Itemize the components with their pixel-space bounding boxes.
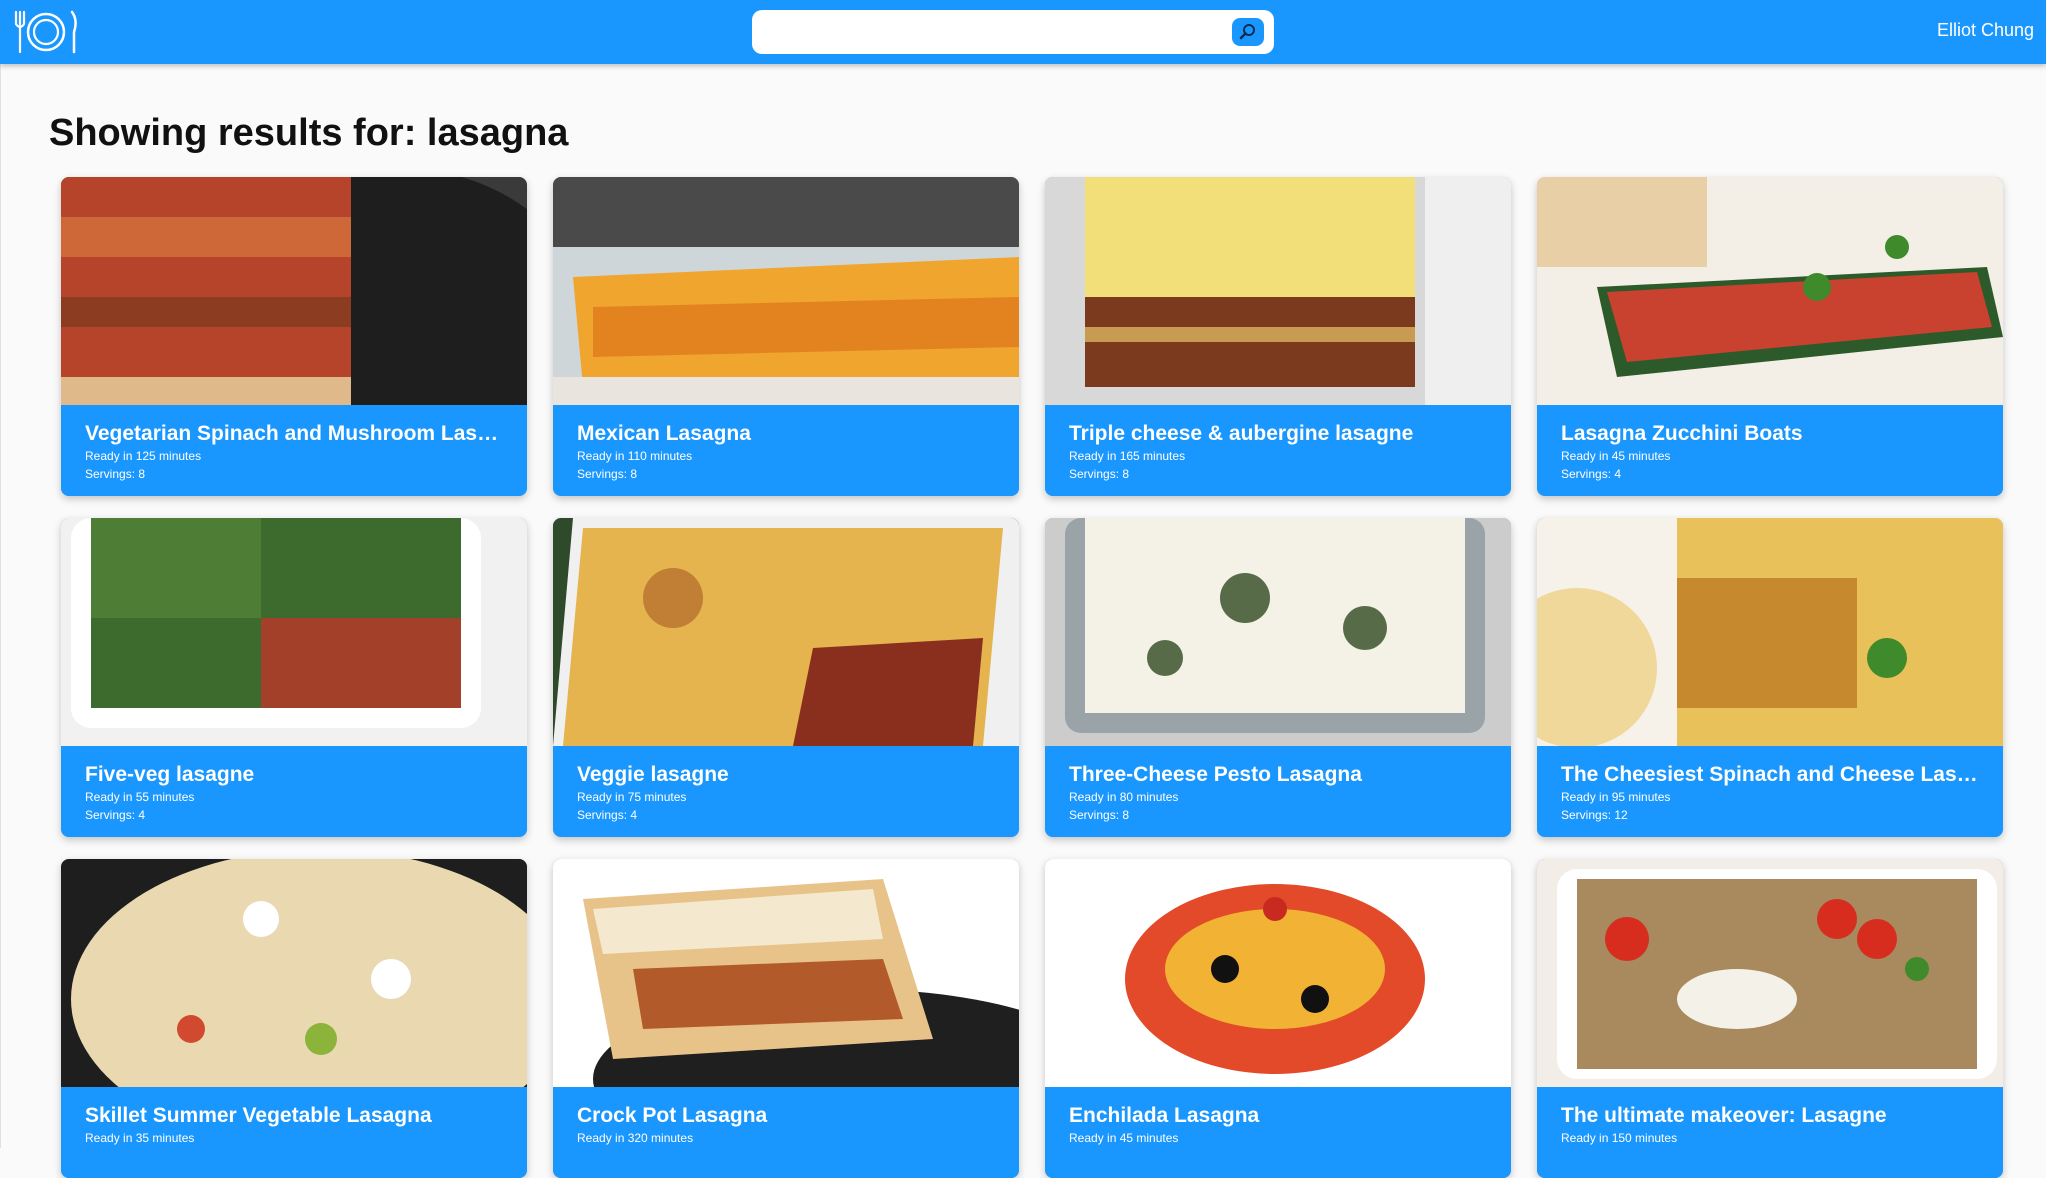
recipe-title[interactable]: The Cheesiest Spinach and Cheese Lasagna bbox=[1561, 762, 1979, 788]
recipe-image[interactable] bbox=[1045, 518, 1511, 746]
recipe-title[interactable]: Crock Pot Lasagna bbox=[577, 1103, 995, 1129]
ready-time: Ready in 165 minutes bbox=[1069, 449, 1186, 463]
servings: Servings: 8 bbox=[1069, 467, 1130, 481]
recipe-card[interactable]: Lasagna Zucchini Boats Ready in 45 minut… bbox=[1537, 177, 2003, 496]
servings: Servings: 4 bbox=[1561, 467, 1622, 481]
servings: Servings: 8 bbox=[85, 467, 146, 481]
recipe-info: Skillet Summer Vegetable Lasagna Ready i… bbox=[61, 1087, 527, 1178]
recipe-info: Five-veg lasagne Ready in 55 minutes Ser… bbox=[61, 746, 527, 837]
ready-time: Ready in 95 minutes bbox=[1561, 790, 1671, 804]
recipe-card[interactable]: Veggie lasagne Ready in 75 minutes Servi… bbox=[553, 518, 1019, 837]
recipe-image[interactable] bbox=[1537, 518, 2003, 746]
search-button[interactable] bbox=[1232, 18, 1264, 46]
recipe-card[interactable]: The ultimate makeover: Lasagne Ready in … bbox=[1537, 859, 2003, 1178]
ready-time: Ready in 320 minutes bbox=[577, 1131, 694, 1145]
recipe-info: Three-Cheese Pesto Lasagna Ready in 80 m… bbox=[1045, 746, 1511, 837]
servings: Servings: 4 bbox=[85, 808, 146, 822]
recipe-image[interactable] bbox=[61, 518, 527, 746]
recipe-image[interactable] bbox=[61, 859, 527, 1087]
ready-time: Ready in 55 minutes bbox=[85, 790, 195, 804]
ready-time: Ready in 35 minutes bbox=[85, 1131, 195, 1145]
recipe-card[interactable]: Triple cheese & aubergine lasagne Ready … bbox=[1045, 177, 1511, 496]
recipe-card[interactable]: Enchilada Lasagna Ready in 45 minutes bbox=[1045, 859, 1511, 1178]
recipe-title[interactable]: The ultimate makeover: Lasagne bbox=[1561, 1103, 1979, 1129]
recipe-card[interactable]: Mexican Lasagna Ready in 110 minutes Ser… bbox=[553, 177, 1019, 496]
servings: Servings: 8 bbox=[1069, 808, 1130, 822]
recipe-image[interactable] bbox=[553, 177, 1019, 405]
recipe-title[interactable]: Skillet Summer Vegetable Lasagna bbox=[85, 1103, 503, 1129]
recipe-image[interactable] bbox=[61, 177, 527, 405]
user-name[interactable]: Elliot Chung bbox=[1937, 20, 2034, 41]
top-navbar: Elliot Chung bbox=[0, 0, 2046, 64]
recipe-info: Enchilada Lasagna Ready in 45 minutes bbox=[1045, 1087, 1511, 1178]
recipe-title[interactable]: Triple cheese & aubergine lasagne bbox=[1069, 421, 1487, 447]
recipe-info: Mexican Lasagna Ready in 110 minutes Ser… bbox=[553, 405, 1019, 496]
ready-time: Ready in 150 minutes bbox=[1561, 1131, 1678, 1145]
ready-time: Ready in 45 minutes bbox=[1561, 449, 1671, 463]
recipe-info: Vegetarian Spinach and Mushroom Lasagna … bbox=[61, 405, 527, 496]
recipe-image[interactable] bbox=[553, 518, 1019, 746]
recipe-info: The Cheesiest Spinach and Cheese Lasagna… bbox=[1537, 746, 2003, 837]
ready-time: Ready in 110 minutes bbox=[577, 449, 693, 463]
recipe-image[interactable] bbox=[1537, 859, 2003, 1087]
ready-time: Ready in 80 minutes bbox=[1069, 790, 1179, 804]
recipe-info: Triple cheese & aubergine lasagne Ready … bbox=[1045, 405, 1511, 496]
recipe-card[interactable]: Five-veg lasagne Ready in 55 minutes Ser… bbox=[61, 518, 527, 837]
ready-time: Ready in 125 minutes bbox=[85, 449, 202, 463]
servings: Servings: 12 bbox=[1561, 808, 1628, 822]
recipe-info: Crock Pot Lasagna Ready in 320 minutes bbox=[553, 1087, 1019, 1178]
recipe-image[interactable] bbox=[1537, 177, 2003, 405]
recipe-image[interactable] bbox=[1045, 859, 1511, 1087]
search-bar bbox=[752, 10, 1274, 54]
search-icon bbox=[1239, 24, 1255, 40]
recipe-title[interactable]: Veggie lasagne bbox=[577, 762, 995, 788]
ready-time: Ready in 75 minutes bbox=[577, 790, 687, 804]
servings: Servings: 4 bbox=[577, 808, 638, 822]
recipe-title[interactable]: Three-Cheese Pesto Lasagna bbox=[1069, 762, 1487, 788]
recipe-title[interactable]: Enchilada Lasagna bbox=[1069, 1103, 1487, 1129]
ready-time: Ready in 45 minutes bbox=[1069, 1131, 1179, 1145]
recipe-image[interactable] bbox=[1045, 177, 1511, 405]
recipe-image[interactable] bbox=[553, 859, 1019, 1087]
search-input[interactable] bbox=[766, 18, 1210, 48]
recipe-card[interactable]: Crock Pot Lasagna Ready in 320 minutes bbox=[553, 859, 1019, 1178]
plate-fork-knife-icon[interactable] bbox=[12, 8, 80, 56]
recipe-card[interactable]: The Cheesiest Spinach and Cheese Lasagna… bbox=[1537, 518, 2003, 837]
recipe-card[interactable]: Vegetarian Spinach and Mushroom Lasagna … bbox=[61, 177, 527, 496]
recipe-title[interactable]: Five-veg lasagne bbox=[85, 762, 503, 788]
servings: Servings: 8 bbox=[577, 467, 638, 481]
recipe-info: Veggie lasagne Ready in 75 minutes Servi… bbox=[553, 746, 1019, 837]
recipe-info: Lasagna Zucchini Boats Ready in 45 minut… bbox=[1537, 405, 2003, 496]
page-title: Showing results for: lasagna bbox=[49, 112, 569, 154]
recipe-info: The ultimate makeover: Lasagne Ready in … bbox=[1537, 1087, 2003, 1178]
recipe-card[interactable]: Skillet Summer Vegetable Lasagna Ready i… bbox=[61, 859, 527, 1178]
recipe-card[interactable]: Three-Cheese Pesto Lasagna Ready in 80 m… bbox=[1045, 518, 1511, 837]
recipe-title[interactable]: Mexican Lasagna bbox=[577, 421, 995, 447]
recipe-title[interactable]: Lasagna Zucchini Boats bbox=[1561, 421, 1979, 447]
recipe-title[interactable]: Vegetarian Spinach and Mushroom Lasagna bbox=[85, 421, 503, 447]
